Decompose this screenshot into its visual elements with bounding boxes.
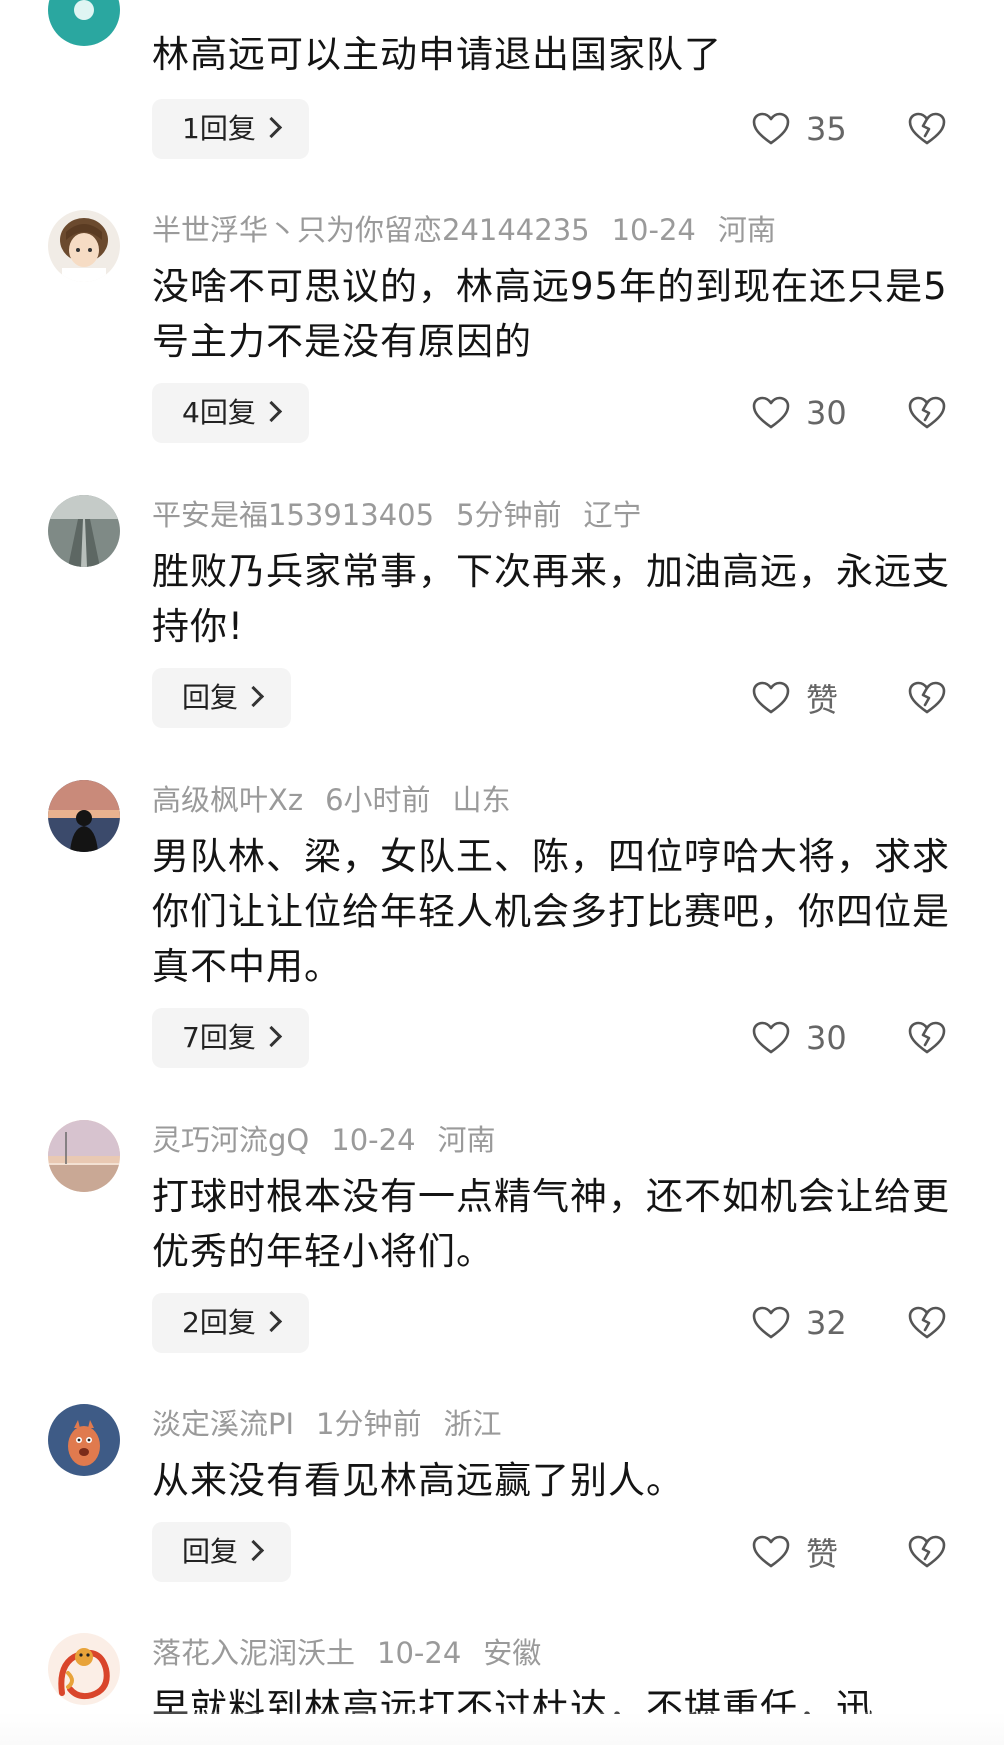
timestamp: 10-24: [377, 1636, 462, 1670]
dislike-button[interactable]: [908, 1293, 946, 1353]
reply-button[interactable]: 7回复: [152, 1008, 309, 1068]
dislike-button[interactable]: [908, 383, 946, 443]
avatar[interactable]: [48, 1633, 120, 1705]
username[interactable]: 落花入泥润沃土: [152, 1636, 355, 1670]
comment-meta: 半世浮华丶只为你留恋24144235 10-24 河南: [152, 210, 776, 250]
comment-meta: 平安是福153913405 5分钟前 辽宁: [152, 495, 642, 535]
broken-heart-icon: [908, 1535, 946, 1568]
like-button[interactable]: 30: [752, 383, 847, 443]
reply-label: 回复: [182, 681, 239, 714]
location: 山东: [452, 783, 511, 817]
like-count: 赞: [806, 681, 839, 719]
reply-button[interactable]: 回复: [152, 1522, 292, 1582]
like-button[interactable]: 32: [752, 1293, 847, 1353]
avatar[interactable]: [48, 495, 120, 567]
heart-icon: [752, 1535, 790, 1568]
comment-meta: 落花入泥润沃土 10-24 安徽: [152, 1633, 541, 1673]
location: 河南: [717, 213, 776, 247]
reply-label: 1回复: [182, 112, 256, 145]
comment-text: 早就料到林高远打不过杜达，不堪重任，迅: [152, 1686, 874, 1714]
chevron-right-icon: [260, 1025, 282, 1048]
comment-text: 胜败乃兵家常事，下次再来，加油高远，永远支持你!: [152, 550, 950, 648]
avatar[interactable]: [48, 1120, 120, 1192]
heart-icon: [752, 396, 790, 429]
reply-label: 7回复: [182, 1021, 256, 1054]
comment-meta: 灵巧河流gQ 10-24 河南: [152, 1120, 496, 1160]
dislike-button[interactable]: [908, 1008, 946, 1068]
chevron-right-icon: [260, 1310, 282, 1333]
reply-button[interactable]: 1回复: [152, 99, 309, 159]
location: 浙江: [443, 1407, 502, 1441]
broken-heart-icon: [908, 1306, 946, 1339]
broken-heart-icon: [908, 112, 946, 145]
timestamp: 6小时前: [325, 783, 431, 817]
like-count: 30: [806, 394, 847, 432]
location: 辽宁: [583, 498, 642, 532]
avatar[interactable]: [48, 0, 120, 46]
dislike-button[interactable]: [908, 99, 946, 159]
chevron-right-icon: [242, 685, 265, 708]
comment-text: 打球时根本没有一点精气神，还不如机会让给更优秀的年轻小将们。: [152, 1175, 950, 1273]
dislike-button[interactable]: [908, 668, 946, 728]
reply-button[interactable]: 回复: [152, 668, 292, 728]
location: 安徽: [483, 1636, 542, 1670]
like-button[interactable]: 35: [752, 99, 847, 159]
broken-heart-icon: [908, 1021, 946, 1054]
reply-button[interactable]: 4回复: [152, 383, 309, 443]
heart-icon: [752, 681, 790, 714]
avatar[interactable]: [48, 210, 120, 282]
username[interactable]: 高级枫叶Xz: [152, 783, 303, 817]
reply-label: 2回复: [182, 1306, 256, 1339]
like-count: 35: [806, 110, 847, 148]
like-count: 32: [806, 1304, 847, 1342]
chevron-right-icon: [260, 400, 282, 423]
like-count: 30: [806, 1019, 847, 1057]
broken-heart-icon: [908, 396, 946, 429]
avatar[interactable]: [48, 780, 120, 852]
like-button[interactable]: 赞: [752, 1522, 838, 1582]
heart-icon: [752, 1306, 790, 1339]
heart-icon: [752, 1021, 790, 1054]
like-count: 赞: [806, 1535, 839, 1573]
timestamp: 10-24: [331, 1123, 416, 1157]
timestamp: 5分钟前: [456, 498, 562, 532]
comment-meta: 高级枫叶Xz 6小时前 山东: [152, 780, 511, 820]
location: 河南: [437, 1123, 496, 1157]
bottom-fade: [0, 1712, 1004, 1745]
dislike-button[interactable]: [908, 1522, 946, 1582]
timestamp: 10-24: [611, 213, 696, 247]
chevron-right-icon: [242, 1539, 265, 1562]
comment-meta: 淡定溪流PI 1分钟前 浙江: [152, 1404, 502, 1444]
broken-heart-icon: [908, 681, 946, 714]
chevron-right-icon: [260, 116, 282, 139]
timestamp: 1分钟前: [316, 1407, 422, 1441]
avatar[interactable]: [48, 1404, 120, 1476]
reply-label: 4回复: [182, 396, 256, 429]
reply-label: 回复: [182, 1535, 239, 1568]
comment-text: 男队林、梁，女队王、陈，四位哼哈大将，求求你们让让位给年轻人机会多打比赛吧，你四…: [152, 835, 950, 988]
username[interactable]: 半世浮华丶只为你留恋24144235: [152, 213, 590, 247]
comment-text: 从来没有看见林高远赢了别人。: [152, 1459, 684, 1502]
username[interactable]: 淡定溪流PI: [152, 1407, 294, 1441]
comment-text: 没啥不可思议的，林高远95年的到现在还只是5号主力不是没有原因的: [152, 265, 948, 363]
username[interactable]: 平安是福153913405: [152, 498, 434, 532]
reply-button[interactable]: 2回复: [152, 1293, 309, 1353]
like-button[interactable]: 赞: [752, 668, 838, 728]
comment-text: 林高远可以主动申请退出国家队了: [152, 33, 722, 76]
like-button[interactable]: 30: [752, 1008, 847, 1068]
username[interactable]: 灵巧河流gQ: [152, 1123, 309, 1157]
heart-icon: [752, 112, 790, 145]
